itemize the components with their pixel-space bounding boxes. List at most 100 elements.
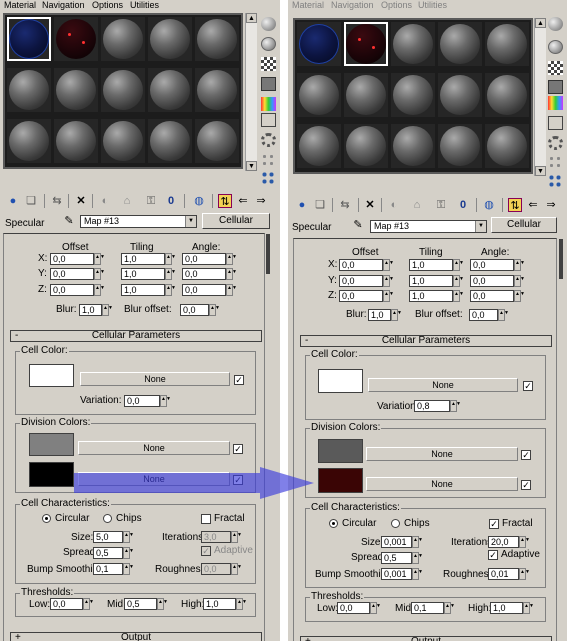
get-material-icon[interactable]: ● — [6, 194, 20, 208]
material-effects-channel-icon[interactable]: 0 — [164, 194, 178, 208]
material-id-channel-icon[interactable]: ⚿ — [434, 198, 448, 212]
division-color-1-map-button[interactable]: None — [366, 447, 518, 461]
go-to-parent-icon[interactable]: ⇐ — [236, 194, 250, 208]
go-forward-to-sibling-icon[interactable]: ⇒ — [254, 194, 268, 208]
pick-material-eyedropper-icon[interactable]: ✎ — [351, 218, 365, 232]
map-name-dropdown[interactable]: Map #13 ▼ — [370, 220, 487, 233]
size-spinner[interactable]: 0,001 ▲▼ — [381, 536, 423, 548]
menu-options[interactable]: Options — [92, 0, 123, 11]
reset-map-icon[interactable]: ✕ — [74, 194, 88, 208]
chips-radio[interactable] — [391, 519, 400, 528]
tiling-y-spinner[interactable]: 1,0 ▲▼ — [121, 268, 176, 280]
material-map-navigator-icon[interactable] — [548, 174, 563, 188]
slots-scrollbar[interactable]: ▲ ▼ — [245, 13, 257, 171]
bump-smoothing-spinner[interactable]: 0,1 ▲▼ — [93, 563, 134, 575]
sample-type-sphere-icon[interactable] — [548, 17, 563, 31]
show-end-result-icon[interactable]: ⇅ — [508, 198, 522, 212]
background-checker-icon[interactable] — [548, 61, 563, 75]
tiling-x-spinner[interactable]: 1,0 ▲▼ — [121, 253, 176, 265]
slots-scrollbar[interactable]: ▲ ▼ — [534, 18, 546, 176]
iterations-spinner[interactable]: 3,0 ▲▼ — [201, 531, 242, 543]
sample-uv-tiling-icon[interactable] — [261, 77, 276, 91]
circular-radio[interactable] — [42, 514, 51, 523]
sample-slot[interactable] — [344, 73, 388, 117]
angle-x-spinner[interactable]: 0,0 ▲▼ — [470, 259, 525, 271]
sample-slot[interactable] — [54, 17, 98, 61]
division-color-1-map-checkbox[interactable]: ✓ — [521, 450, 531, 460]
offset-z-spinner[interactable]: 0,0 ▲▼ — [50, 284, 105, 296]
cell-color-map-button[interactable]: None — [80, 372, 230, 386]
assign-to-selection-icon[interactable]: ⇆ — [50, 194, 64, 208]
offset-x-spinner[interactable]: 0,0 ▲▼ — [50, 253, 105, 265]
sample-slot[interactable] — [438, 73, 482, 117]
offset-z-spinner[interactable]: 0,0 ▲▼ — [339, 290, 394, 302]
fractal-checkbox[interactable]: ✓ — [489, 519, 499, 529]
cell-color-swatch[interactable] — [318, 369, 363, 393]
put-to-scene-icon[interactable]: ❏ — [313, 198, 327, 212]
get-material-icon[interactable]: ● — [295, 198, 309, 212]
make-preview-icon[interactable] — [548, 116, 563, 130]
sample-slot[interactable] — [101, 17, 145, 61]
material-effects-channel-icon[interactable]: 0 — [456, 198, 470, 212]
sample-slot[interactable] — [7, 119, 51, 163]
video-color-check-icon[interactable] — [261, 97, 276, 111]
division-color-1-map-checkbox[interactable]: ✓ — [233, 444, 243, 454]
rollup-scrollbar[interactable] — [266, 234, 270, 274]
variation-spinner[interactable]: 0,0 ▲▼ — [124, 395, 171, 407]
adaptive-checkbox[interactable]: ✓ — [488, 550, 498, 560]
size-spinner[interactable]: 5,0 ▲▼ — [93, 531, 134, 543]
material-id-channel-icon[interactable]: ⚿ — [144, 194, 158, 208]
sample-slot[interactable] — [391, 73, 435, 117]
show-end-result-icon[interactable]: ⇅ — [218, 194, 232, 208]
division-color-1-swatch[interactable] — [318, 439, 363, 463]
output-rollout-bar[interactable]: + Output — [300, 636, 552, 641]
fractal-checkbox[interactable] — [201, 514, 211, 524]
sample-type-sphere-icon[interactable] — [261, 17, 276, 31]
iterations-spinner[interactable]: 20,0 ▲▼ — [488, 536, 530, 548]
map-name-dropdown[interactable]: Map #13 ▼ — [80, 215, 197, 228]
tiling-y-spinner[interactable]: 1,0 ▲▼ — [409, 275, 464, 287]
sample-slot[interactable] — [344, 22, 388, 66]
make-preview-icon[interactable] — [261, 113, 276, 127]
angle-x-spinner[interactable]: 0,0 ▲▼ — [182, 253, 237, 265]
high-spinner[interactable]: 1,0 ▲▼ — [490, 602, 534, 614]
options-gear-icon[interactable] — [548, 136, 563, 150]
backlight-icon[interactable] — [261, 37, 276, 51]
sample-slot[interactable] — [438, 124, 482, 168]
angle-z-spinner[interactable]: 0,0 ▲▼ — [470, 290, 525, 302]
sample-slot[interactable] — [148, 119, 192, 163]
menu-navigation[interactable]: Navigation — [331, 0, 374, 11]
put-to-library-icon[interactable]: ⌂ — [120, 194, 134, 208]
cell-color-swatch[interactable] — [29, 364, 74, 387]
select-by-material-icon[interactable] — [548, 155, 563, 169]
sample-slot[interactable] — [54, 68, 98, 112]
division-color-1-map-button[interactable]: None — [78, 441, 230, 455]
sample-slot[interactable] — [297, 124, 341, 168]
sample-slot[interactable] — [7, 68, 51, 112]
sample-slot[interactable] — [148, 17, 192, 61]
map-type-button[interactable]: Cellular — [202, 213, 270, 229]
scroll-down-arrow-icon[interactable]: ▼ — [246, 161, 257, 171]
menu-material[interactable]: Material — [4, 0, 36, 11]
tiling-z-spinner[interactable]: 1,0 ▲▼ — [121, 284, 176, 296]
menu-utilities[interactable]: Utilities — [130, 0, 159, 11]
high-spinner[interactable]: 1,0 ▲▼ — [203, 598, 247, 610]
menu-options[interactable]: Options — [381, 0, 412, 11]
backlight-icon[interactable] — [548, 40, 563, 54]
sample-slot[interactable] — [438, 22, 482, 66]
sample-slot[interactable] — [391, 22, 435, 66]
angle-y-spinner[interactable]: 0,0 ▲▼ — [470, 275, 525, 287]
division-color-1-swatch[interactable] — [29, 433, 74, 456]
low-spinner[interactable]: 0,0 ▲▼ — [337, 602, 381, 614]
angle-y-spinner[interactable]: 0,0 ▲▼ — [182, 268, 237, 280]
division-color-2-swatch[interactable] — [318, 468, 363, 493]
make-unique-icon[interactable]: ◐ — [98, 194, 112, 208]
sample-slot[interactable] — [54, 119, 98, 163]
show-map-in-viewport-icon[interactable]: ◍ — [482, 198, 496, 212]
select-by-material-icon[interactable] — [261, 153, 276, 167]
cellular-parameters-rollout-bar[interactable]: - Cellular Parameters — [10, 330, 262, 342]
sample-slot[interactable] — [195, 68, 239, 112]
roughness-spinner[interactable]: 0,0 ▲▼ — [201, 563, 242, 575]
video-color-check-icon[interactable] — [548, 96, 563, 110]
sample-slot[interactable] — [297, 22, 341, 66]
